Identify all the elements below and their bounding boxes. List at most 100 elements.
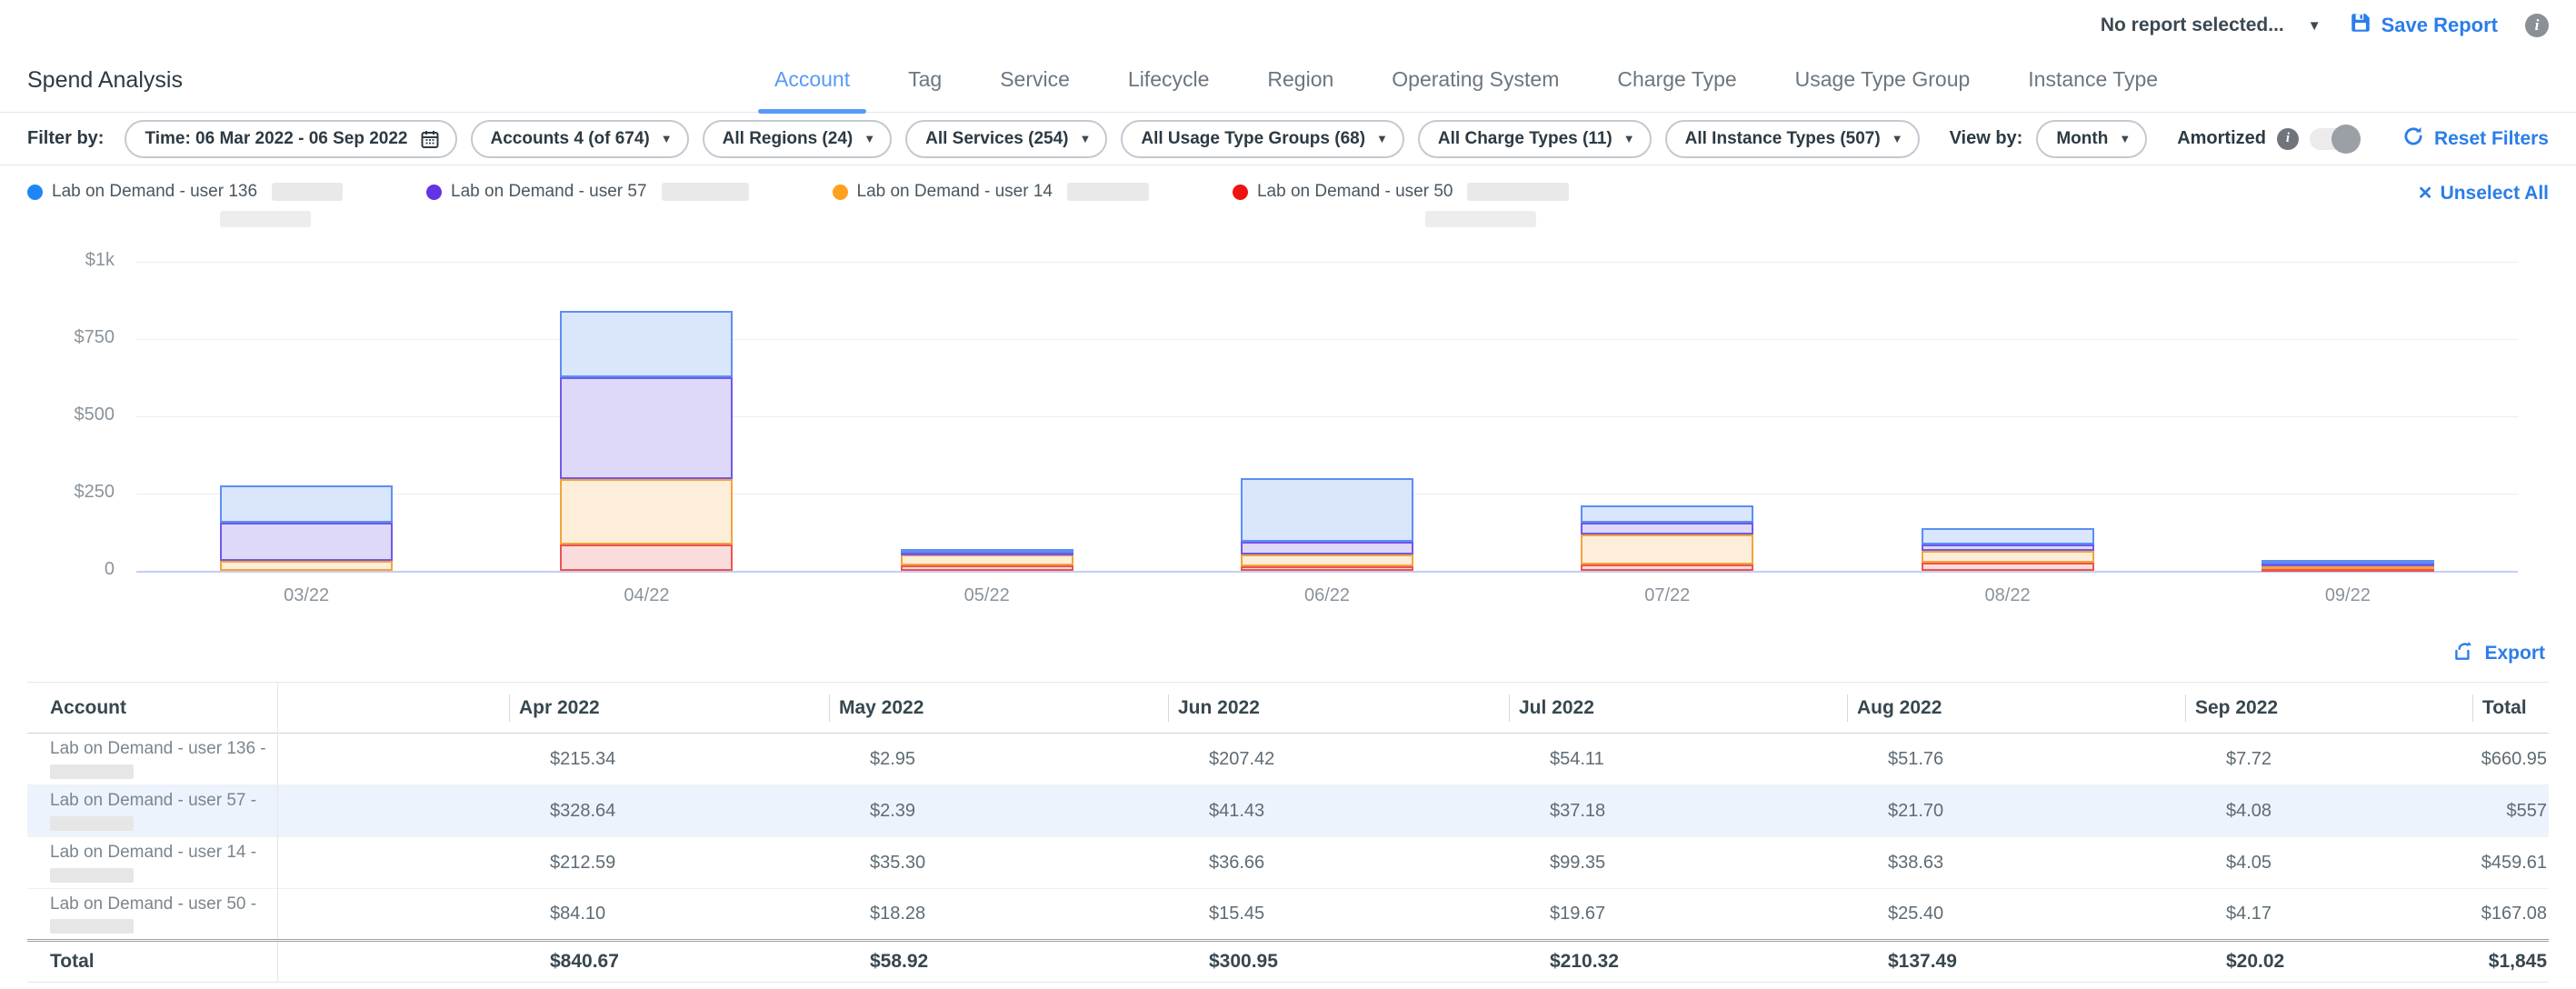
column-header: Apr 2022 <box>509 683 829 734</box>
export-bar: Export <box>0 625 2576 682</box>
gridline <box>136 262 2518 263</box>
bar-segment[interactable] <box>1922 563 2094 571</box>
export-button[interactable]: Export <box>2451 639 2545 668</box>
value-cell: $557 <box>2472 785 2549 837</box>
tab-lifecycle[interactable]: Lifecycle <box>1099 67 1238 112</box>
column-header <box>277 683 509 734</box>
x-tick-label: 03/22 <box>243 585 370 606</box>
account-cell: Lab on Demand - user 14 - <box>27 837 277 889</box>
tab-charge-type[interactable]: Charge Type <box>1588 67 1765 112</box>
bar-segment[interactable] <box>1581 564 1753 571</box>
value-cell: $328.64 <box>509 785 829 837</box>
bar-segment[interactable] <box>220 523 393 560</box>
unselect-all-label: Unselect All <box>2441 183 2549 205</box>
legend-item[interactable]: Lab on Demand - user 136 <box>27 182 343 202</box>
bar-segment[interactable] <box>1922 544 2094 551</box>
value-cell: $7.72 <box>2185 734 2472 785</box>
legend-label: Lab on Demand - user 14 <box>857 182 1053 202</box>
bar-segment[interactable] <box>1581 534 1753 565</box>
bar-segment[interactable] <box>1241 478 1413 543</box>
bar-segment[interactable] <box>220 485 393 523</box>
value-cell: $660.95 <box>2472 734 2549 785</box>
total-value-cell: $137.49 <box>1847 941 2185 983</box>
charge-types-filter-pill[interactable]: All Charge Types (11)▼ <box>1418 120 1652 158</box>
tab-usage-type-group[interactable]: Usage Type Group <box>1766 67 2000 112</box>
y-tick-label: $1k <box>27 250 115 271</box>
redacted-text <box>272 183 343 201</box>
legend-item[interactable]: Lab on Demand - user 50 <box>1233 182 1569 202</box>
bar-segment[interactable] <box>901 565 1073 571</box>
legend-dot-icon <box>27 185 43 200</box>
value-cell: $15.45 <box>1168 889 1509 941</box>
table-row[interactable]: Lab on Demand - user 14 -$212.59$35.30$3… <box>27 837 2549 889</box>
amortized-toggle[interactable] <box>2310 128 2361 150</box>
value-cell: $25.40 <box>1847 889 2185 941</box>
view-by-month-pill[interactable]: Month ▼ <box>2036 120 2147 158</box>
x-tick-label: 08/22 <box>1944 585 2072 606</box>
report-selector-dropdown[interactable]: No report selected... ▼ <box>2101 15 2321 36</box>
bar-segment[interactable] <box>560 544 733 571</box>
report-selector-label: No report selected... <box>2101 15 2284 36</box>
table-row[interactable]: Lab on Demand - user 136 -$215.34$2.95$2… <box>27 734 2549 785</box>
legend-item[interactable]: Lab on Demand - user 14 <box>833 182 1149 202</box>
bar-segment[interactable] <box>220 561 393 571</box>
column-header: Jun 2022 <box>1168 683 1509 734</box>
bar-segment[interactable] <box>560 311 733 377</box>
title-tabs-row: Spend Analysis AccountTagServiceLifecycl… <box>0 51 2576 113</box>
export-icon <box>2451 639 2475 668</box>
total-row: Total$840.67$58.92$300.95$210.32$137.49$… <box>27 941 2549 983</box>
x-tick-label: 04/22 <box>583 585 710 606</box>
bar-segment[interactable] <box>901 549 1073 553</box>
column-header: Jul 2022 <box>1509 683 1847 734</box>
y-tick-label: 0 <box>27 559 115 580</box>
bar-segment[interactable] <box>1241 566 1413 571</box>
save-report-label: Save Report <box>2381 14 2498 37</box>
account-name: Lab on Demand - user 57 - <box>50 791 277 812</box>
save-report-button[interactable]: Save Report <box>2349 11 2498 40</box>
y-tick-label: $250 <box>27 482 115 503</box>
bar-segment[interactable] <box>1241 554 1413 565</box>
tab-instance-type[interactable]: Instance Type <box>1999 67 2187 112</box>
tab-tag[interactable]: Tag <box>879 67 971 112</box>
tab-operating-system[interactable]: Operating System <box>1363 67 1588 112</box>
value-cell: $4.08 <box>2185 785 2472 837</box>
total-value-cell: $1,845 <box>2472 941 2549 983</box>
reset-filters-button[interactable]: Reset Filters <box>2401 125 2549 154</box>
bar-segment[interactable] <box>2261 560 2434 564</box>
legend-dot-icon <box>833 185 848 200</box>
filter-by-label: Filter by: <box>27 128 104 149</box>
table-row[interactable]: Lab on Demand - user 57 -$328.64$2.39$41… <box>27 785 2549 837</box>
time-filter-pill[interactable]: Time: 06 Mar 2022 - 06 Sep 2022 <box>125 120 456 158</box>
info-icon[interactable]: i <box>2525 14 2549 37</box>
legend-dot-icon <box>1233 185 1248 200</box>
accounts-filter-pill[interactable]: Accounts 4 (of 674)▼ <box>471 120 689 158</box>
value-cell: $37.18 <box>1509 785 1847 837</box>
redacted-text <box>220 211 311 227</box>
redacted-text <box>50 816 134 831</box>
usage-type-groups-filter-pill[interactable]: All Usage Type Groups (68)▼ <box>1121 120 1404 158</box>
instance-types-filter-pill[interactable]: All Instance Types (507)▼ <box>1665 120 1920 158</box>
bar-segment[interactable] <box>1241 542 1413 554</box>
unselect-all-button[interactable]: ✕ Unselect All <box>2418 182 2549 205</box>
legend-item[interactable]: Lab on Demand - user 57 <box>426 182 748 202</box>
bar-segment[interactable] <box>1581 523 1753 534</box>
services-filter-pill[interactable]: All Services (254)▼ <box>905 120 1107 158</box>
tab-service[interactable]: Service <box>971 67 1099 112</box>
bar-segment[interactable] <box>1581 505 1753 522</box>
chevron-down-icon: ▼ <box>2308 19 2321 33</box>
bar-segment[interactable] <box>560 377 733 479</box>
value-cell: $2.95 <box>829 734 1168 785</box>
bar-segment[interactable] <box>1922 551 2094 563</box>
bar-segment[interactable] <box>560 479 733 544</box>
regions-filter-pill[interactable]: All Regions (24)▼ <box>703 120 892 158</box>
table-row[interactable]: Lab on Demand - user 50 -$84.10$18.28$15… <box>27 889 2549 941</box>
tab-region[interactable]: Region <box>1238 67 1363 112</box>
bar-segment[interactable] <box>901 554 1073 565</box>
info-icon[interactable]: i <box>2277 128 2299 150</box>
spacer-cell <box>277 941 509 983</box>
value-cell: $215.34 <box>509 734 829 785</box>
filter-pills: Time: 06 Mar 2022 - 06 Sep 2022 Accounts … <box>125 120 1919 158</box>
bar-segment[interactable] <box>1922 528 2094 544</box>
tab-account[interactable]: Account <box>745 67 879 112</box>
column-header: Sep 2022 <box>2185 683 2472 734</box>
